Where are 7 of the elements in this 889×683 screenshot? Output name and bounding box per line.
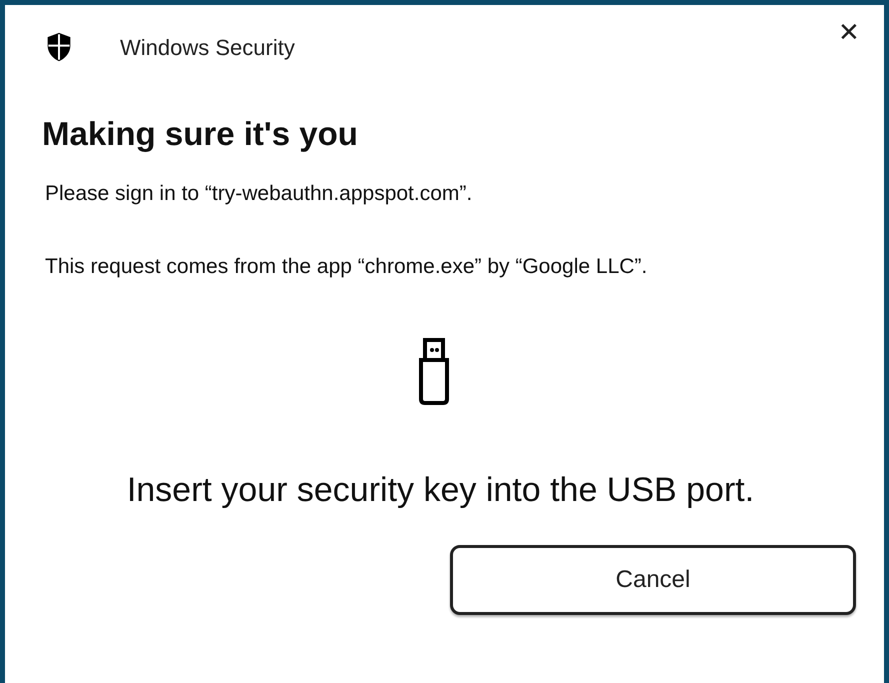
message-text: This request comes from the app “chrome.exe” by “Google LLC”. bbox=[45, 254, 648, 280]
message-text: Please sign in to “try-webauthn.appspot.com”. bbox=[45, 181, 474, 207]
close-button[interactable]: ✕ bbox=[834, 19, 864, 45]
window-title: Windows Security bbox=[120, 34, 295, 62]
instruction-text: Insert your security key into the USB port. bbox=[126, 473, 756, 507]
dialog-heading: Making sure it's you bbox=[42, 117, 359, 150]
cancel-button[interactable]: Cancel bbox=[450, 545, 856, 615]
